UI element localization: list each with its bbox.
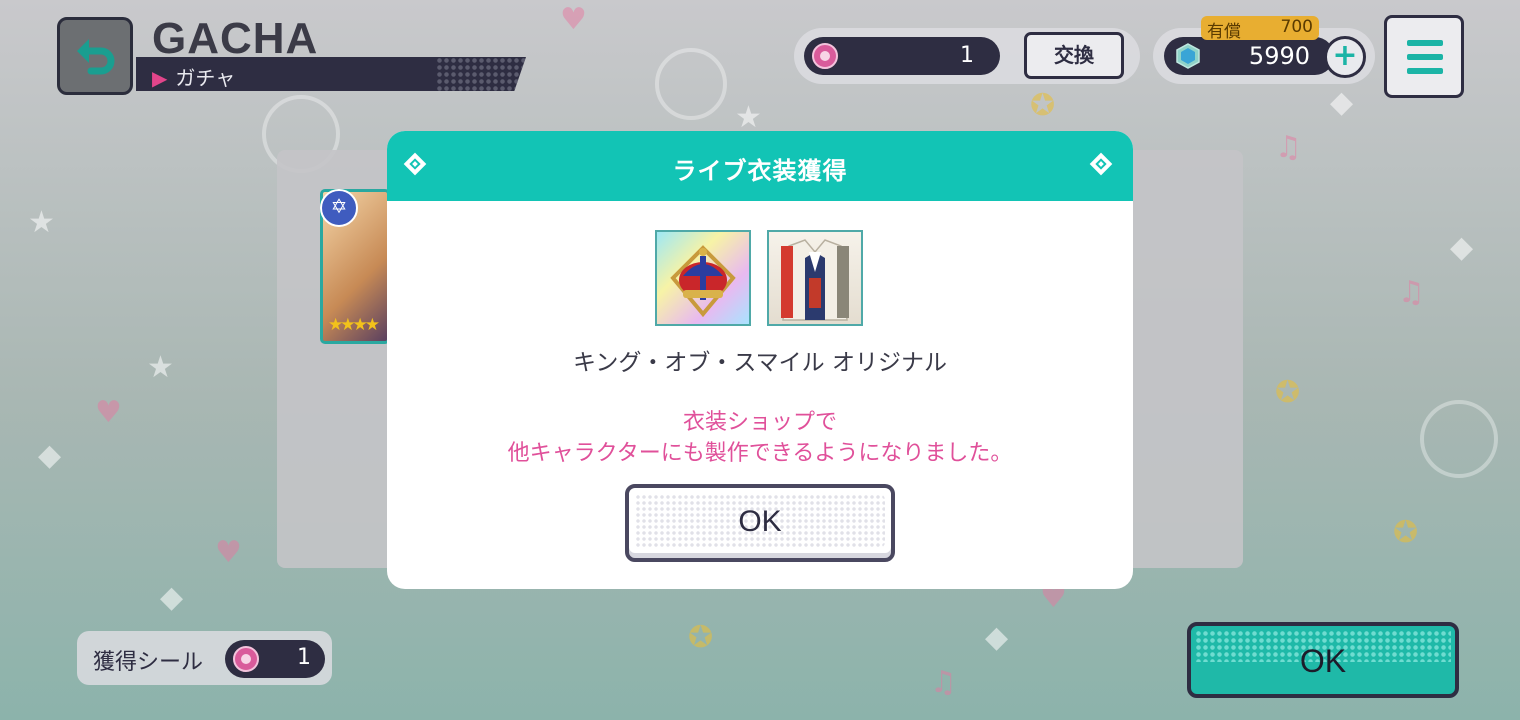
bg-ring xyxy=(1420,400,1498,478)
triangle-icon: ▶ xyxy=(152,66,168,90)
gem-amount: 5990 xyxy=(1248,42,1310,70)
acquired-seals-counter: 1 xyxy=(225,640,325,678)
page-subtitle: ▶ ガチャ xyxy=(152,62,235,91)
costume-icon[interactable] xyxy=(767,230,863,326)
bg-note-icon: ♫ xyxy=(1275,130,1302,165)
seal-resource-count: 1 xyxy=(960,43,974,68)
bg-heart-icon: ♥ xyxy=(215,535,242,570)
bg-laurel-star-icon: ✪ xyxy=(688,620,714,655)
bg-laurel-star-icon: ✪ xyxy=(1030,88,1056,123)
gem-icon xyxy=(1176,43,1200,69)
hamburger-icon xyxy=(1407,40,1443,46)
dialog-ok-label: OK xyxy=(738,505,782,538)
crown-icon[interactable] xyxy=(655,230,751,326)
item-name: キング・オブ・スマイル オリジナル xyxy=(573,350,947,376)
dialog-ok-button[interactable]: OK xyxy=(625,484,895,562)
notice-line-1: 衣装ショップで xyxy=(682,410,837,435)
back-button[interactable] xyxy=(57,17,133,95)
paid-amount: 700 xyxy=(1280,17,1313,37)
bg-heart-icon: ♥ xyxy=(95,395,122,430)
bg-diamond-icon: ◆ xyxy=(1450,230,1474,265)
menu-button[interactable] xyxy=(1384,15,1464,98)
acquired-seals-label: 獲得シール xyxy=(93,650,204,675)
bg-heart-icon: ♥ xyxy=(560,2,587,37)
bg-laurel-star-icon: ✪ xyxy=(1275,375,1301,410)
card-stars-icon: ★★★★ xyxy=(328,315,380,335)
exchange-button[interactable]: 交換 xyxy=(1024,32,1124,79)
dialog-title: ライブ衣装獲得 xyxy=(387,131,1133,201)
notice-line-2: 他キャラクターにも製作できるようになりました。 xyxy=(507,441,1013,466)
ok-label: OK xyxy=(1299,643,1347,679)
costume-graphic xyxy=(781,239,849,321)
bg-note-icon: ♫ xyxy=(930,665,957,700)
plus-icon: + xyxy=(1332,38,1358,73)
card-rarity-icon: ✡ xyxy=(320,189,358,227)
seal-resource-bar: 1 xyxy=(804,37,1000,75)
bg-diamond-icon: ◆ xyxy=(1330,85,1354,120)
page-subtitle-text: ガチャ xyxy=(175,66,236,90)
bg-diamond-icon: ◆ xyxy=(160,580,184,615)
paid-label: 有償 xyxy=(1207,22,1241,42)
bg-star-icon: ★ xyxy=(28,205,55,240)
crown-graphic xyxy=(670,245,736,318)
add-gems-button[interactable]: + xyxy=(1324,36,1366,78)
bg-star-icon: ★ xyxy=(735,100,762,135)
page-title: GACHA xyxy=(152,14,319,63)
bg-star-icon: ★ xyxy=(147,350,174,385)
costume-acquired-dialog: ライブ衣装獲得 キング・オブ・スマイル オリジナル 衣装ショップで 他キャラクタ… xyxy=(387,131,1133,589)
acquired-seals-count: 1 xyxy=(297,645,311,670)
ok-button[interactable]: OK xyxy=(1187,622,1459,698)
bg-diamond-icon: ◆ xyxy=(38,438,62,473)
bg-diamond-icon: ◆ xyxy=(985,620,1009,655)
bg-note-icon: ♫ xyxy=(1398,275,1425,310)
seal-icon xyxy=(233,646,259,672)
paid-badge: 有償 700 xyxy=(1201,16,1319,42)
back-arrow-icon xyxy=(77,39,115,75)
bg-ring xyxy=(655,48,727,120)
bg-laurel-star-icon: ✪ xyxy=(1393,515,1419,550)
seal-icon xyxy=(812,43,838,69)
